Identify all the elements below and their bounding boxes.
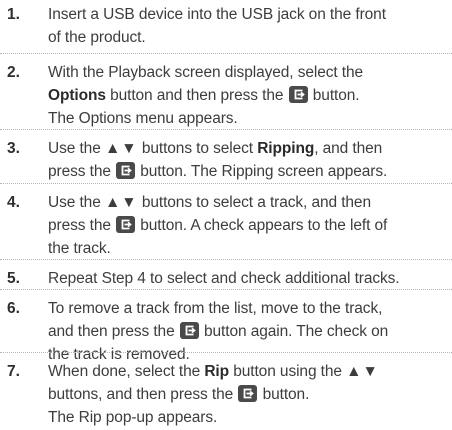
step-number: 2. xyxy=(7,64,20,81)
step-text-segment: button again. The check on xyxy=(199,323,389,340)
step-text-segment: The Rip pop-up appears. xyxy=(48,409,218,426)
step-divider xyxy=(0,53,452,54)
step-text: To remove a track from the list, move to… xyxy=(48,297,446,366)
step-text: Insert a USB device into the USB jack on… xyxy=(48,3,446,49)
step-number: 3. xyxy=(7,140,20,157)
step-text: When done, select the Rip button using t… xyxy=(48,360,446,429)
step-text-segment: the track. xyxy=(48,240,111,257)
step-text-segment: button. xyxy=(308,87,360,104)
up-down-arrows-icon: ▲▼ xyxy=(346,363,379,380)
step-divider xyxy=(0,129,452,130)
step-text-segment: button using the xyxy=(229,363,347,380)
step-text-segment: button. A check appears to the left of xyxy=(136,217,388,234)
rip-button-name: Rip xyxy=(204,363,230,380)
step-text-segment: To remove a track from the list, move to… xyxy=(48,300,383,317)
step-text: Use the ▲▼ buttons to select Ripping, an… xyxy=(48,137,446,183)
step-text-segment: Use the xyxy=(48,140,105,157)
step-text: Repeat Step 4 to select and check additi… xyxy=(48,267,446,290)
step-text-segment: and then press the xyxy=(48,323,179,340)
enter-icon xyxy=(179,322,199,339)
up-down-arrows-icon: ▲▼ xyxy=(104,194,138,211)
step-text-segment: press the xyxy=(48,163,116,180)
step-text-segment: With the Playback screen displayed, sele… xyxy=(48,64,364,81)
step-text-segment: button. xyxy=(258,386,310,403)
enter-icon xyxy=(116,162,136,179)
enter-icon xyxy=(116,216,136,233)
step-text: Use the ▲▼ buttons to select a track, an… xyxy=(48,191,446,260)
step-text-segment: The Options menu appears. xyxy=(48,110,238,127)
step-text-segment: , and then xyxy=(314,140,383,157)
step-text-segment: button. The Ripping screen appears. xyxy=(136,163,388,180)
step-divider xyxy=(0,183,452,184)
step-divider xyxy=(0,289,452,290)
step-text-segment: Insert a USB device into the USB jack on… xyxy=(48,6,386,23)
step-number: 1. xyxy=(7,6,20,23)
step-text-segment: press the xyxy=(48,217,116,234)
options-button-name: Options xyxy=(48,87,106,104)
step-number: 5. xyxy=(7,270,20,287)
step-text-segment: buttons to select a track, and then xyxy=(137,194,371,211)
step-number: 6. xyxy=(7,300,20,317)
step-number: 4. xyxy=(7,194,20,211)
step-text-segment: When done, select the xyxy=(48,363,205,380)
up-down-arrows-icon: ▲▼ xyxy=(104,140,138,157)
step-text-segment: buttons to select xyxy=(137,140,258,157)
step-text-segment: of the product. xyxy=(48,29,146,46)
step-text-segment: Repeat Step 4 to select and check additi… xyxy=(48,270,400,287)
step-divider xyxy=(0,352,452,353)
enter-icon xyxy=(288,86,308,103)
ripping-option-name: Ripping xyxy=(257,140,315,157)
step-text-segment: Use the xyxy=(48,194,105,211)
enter-icon xyxy=(238,385,258,402)
step-number: 7. xyxy=(7,363,20,380)
step-text-segment: buttons, and then press the xyxy=(48,386,238,403)
instruction-steps: 1. Insert a USB device into the USB jack… xyxy=(0,0,452,430)
step-divider xyxy=(0,259,452,260)
step-text: With the Playback screen displayed, sele… xyxy=(48,61,446,130)
step-text-segment: button and then press the xyxy=(105,87,288,104)
